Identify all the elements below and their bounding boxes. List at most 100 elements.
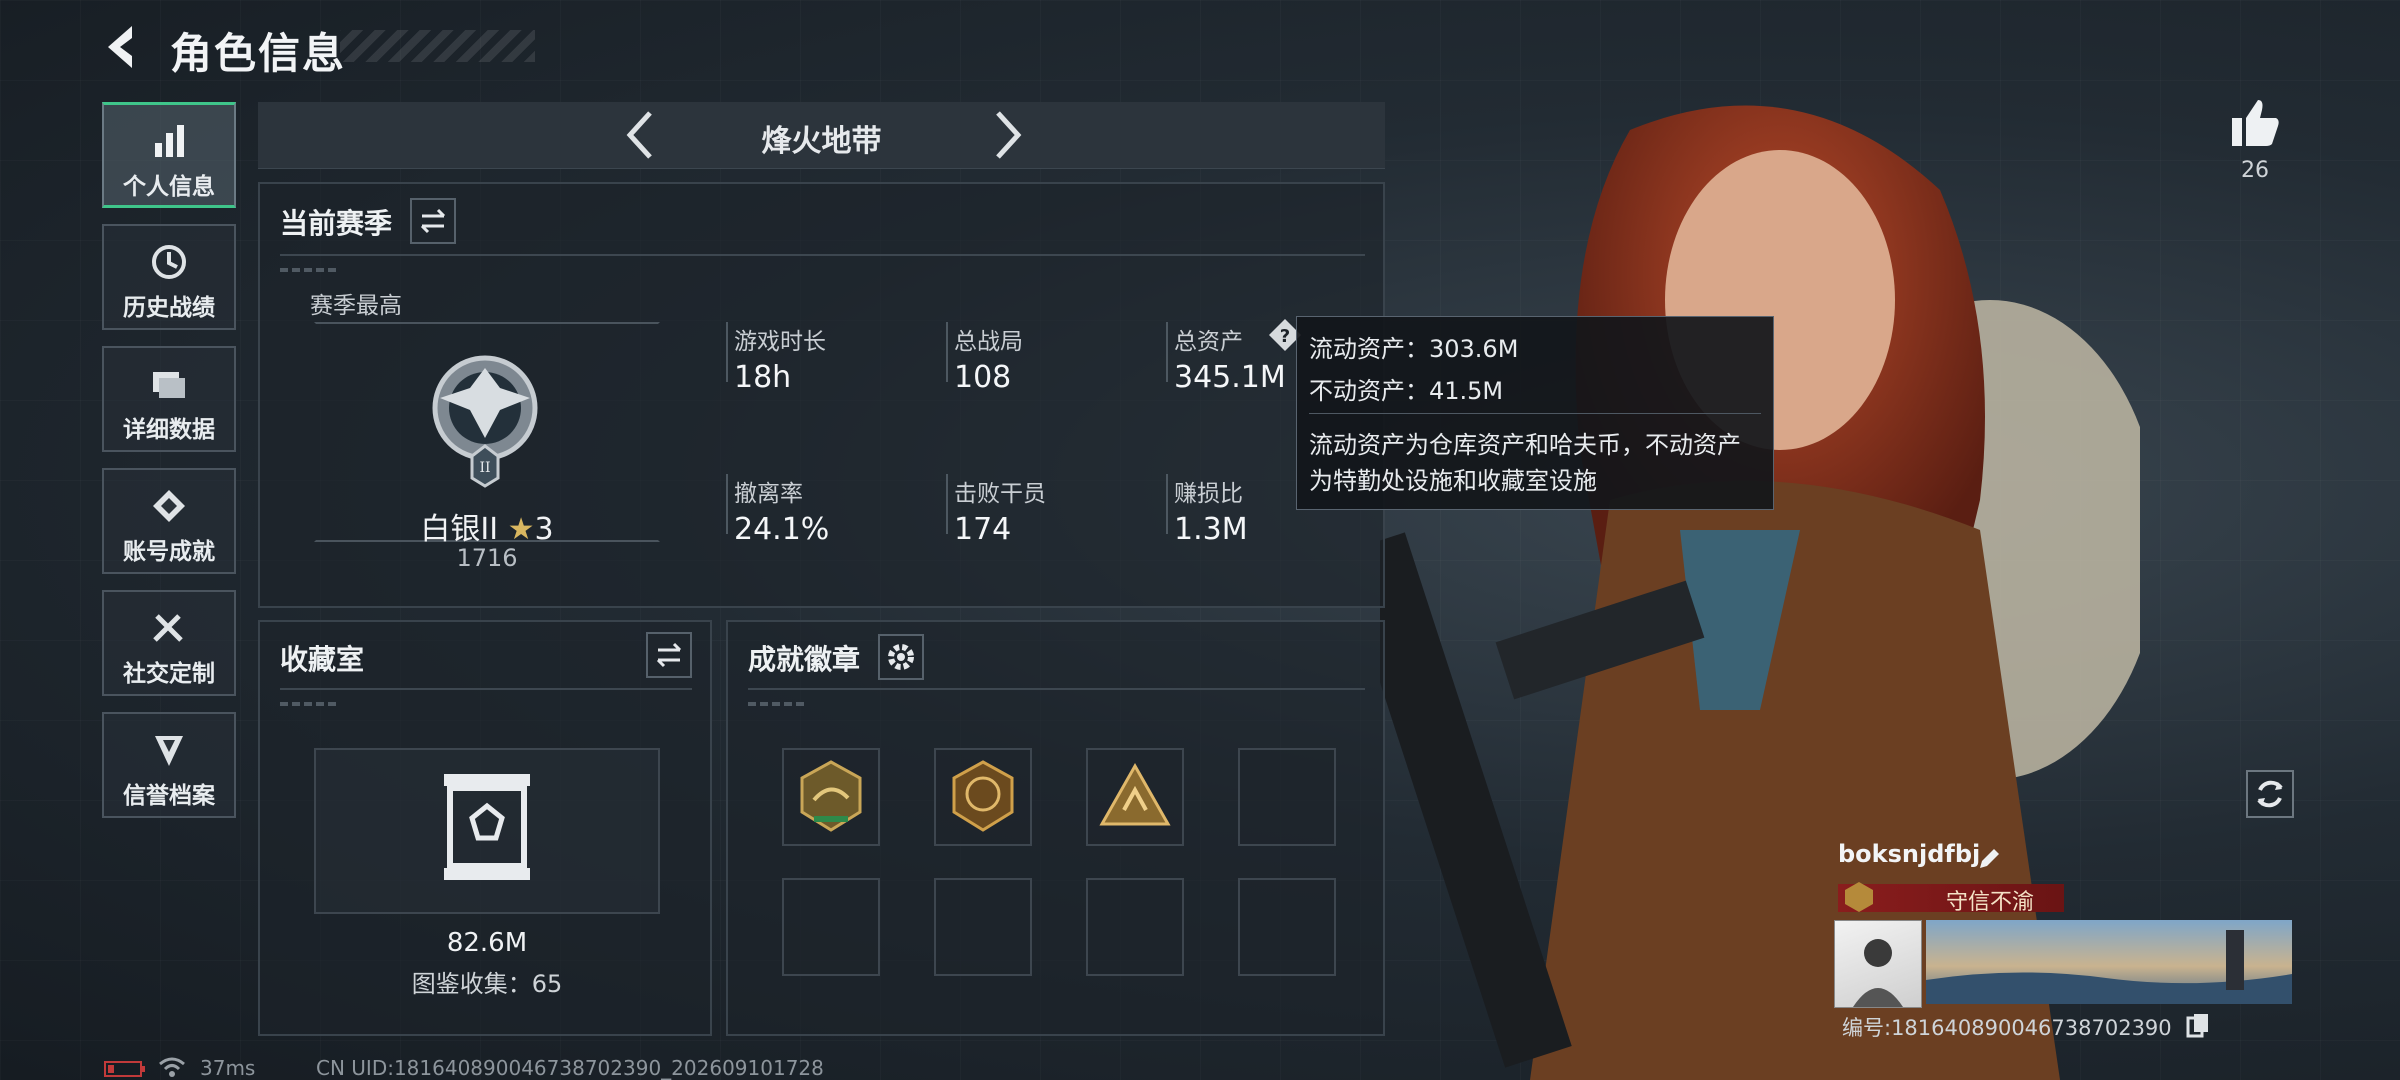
chevron-right-icon[interactable] bbox=[988, 107, 1028, 163]
ping-value: 37ms bbox=[200, 1056, 256, 1080]
rank-label: 白银II ★3 bbox=[314, 504, 660, 548]
sidebar-item-label: 历史战绩 bbox=[123, 295, 215, 321]
divider bbox=[1309, 413, 1761, 414]
stat-extraction-label: 撤离率 bbox=[734, 481, 803, 507]
stat-matches-value: 108 bbox=[954, 360, 1012, 395]
stat-playtime-value: 18h bbox=[734, 360, 792, 395]
badge-slot-5[interactable] bbox=[782, 878, 880, 976]
stat-playtime-label: 游戏时长 bbox=[734, 329, 826, 355]
season-panel: 当前赛季 赛季最高 II 白银II ★3 1716 游戏时长 18h 总战局 1… bbox=[258, 182, 1385, 608]
sidebar-item-label: 信誉档案 bbox=[123, 783, 215, 809]
refresh-button[interactable] bbox=[2246, 770, 2294, 818]
divider bbox=[280, 268, 340, 272]
sidebar-item-label: 详细数据 bbox=[123, 417, 215, 443]
swap-icon bbox=[420, 208, 446, 234]
stat-kills-label: 击败干员 bbox=[954, 481, 1046, 507]
refresh-icon bbox=[2257, 780, 2283, 808]
achievements-title: 成就徽章 bbox=[748, 643, 861, 676]
edit-pencil-icon[interactable] bbox=[1976, 846, 2002, 872]
divider bbox=[748, 688, 1365, 690]
season-switch-button[interactable] bbox=[410, 198, 456, 244]
season-best-label: 赛季最高 bbox=[310, 293, 402, 319]
stat-divider bbox=[946, 474, 948, 534]
wifi-icon bbox=[159, 1057, 185, 1077]
copy-icon[interactable] bbox=[2186, 1012, 2210, 1038]
sidebar-item-reputation[interactable]: 信誉档案 bbox=[102, 712, 236, 818]
tooltip-description-line1: 流动资产为仓库资产和哈夫币，不动资产 bbox=[1309, 431, 1741, 459]
achievement-diamond-icon bbox=[153, 490, 185, 522]
stat-assets-label: 总资产 bbox=[1174, 329, 1243, 355]
badge-slot-1[interactable] bbox=[782, 748, 880, 846]
stat-ratio-label: 赚损比 bbox=[1174, 481, 1243, 507]
season-title: 当前赛季 bbox=[280, 207, 393, 240]
sidebar-item-achievements[interactable]: 账号成就 bbox=[102, 468, 236, 574]
tooltip-liquid-assets: 流动资产：303.6M bbox=[1309, 335, 1519, 363]
stat-divider bbox=[726, 322, 728, 382]
star-icon: ★ bbox=[507, 512, 535, 547]
avatar-person-icon bbox=[1853, 939, 1903, 1007]
assets-tooltip: 流动资产：303.6M 不动资产：41.5M 流动资产为仓库资产和哈夫币，不动资… bbox=[1296, 316, 1774, 510]
thumbs-up-icon[interactable] bbox=[2228, 96, 2282, 150]
badge-slot-3[interactable] bbox=[1086, 748, 1184, 846]
badge-slot-4[interactable] bbox=[1238, 748, 1336, 846]
folders-icon bbox=[153, 372, 185, 398]
player-name: boksnjdfbj bbox=[1838, 840, 1981, 868]
gear-icon bbox=[888, 644, 914, 670]
sidebar-item-label: 社交定制 bbox=[123, 661, 215, 687]
banner-landscape-image bbox=[1926, 930, 2292, 1004]
divider bbox=[748, 702, 808, 706]
svg-text:II: II bbox=[479, 460, 490, 476]
history-clock-icon bbox=[152, 245, 186, 279]
sidebar-item-label: 个人信息 bbox=[123, 174, 215, 200]
rank-stars: 3 bbox=[534, 512, 554, 547]
divider bbox=[280, 254, 1365, 256]
like-count: 26 bbox=[2241, 158, 2269, 183]
tools-icon bbox=[153, 614, 183, 642]
badge-triangle-icon bbox=[1099, 762, 1171, 826]
badge-slot-6[interactable] bbox=[934, 878, 1032, 976]
svg-text:?: ? bbox=[1280, 326, 1290, 347]
collection-panel: 收藏室 82.6M 图鉴收集：65 bbox=[258, 620, 712, 1036]
stat-divider bbox=[946, 322, 948, 382]
battery-icon bbox=[104, 1061, 145, 1077]
player-title: 守信不渝 bbox=[1945, 890, 2034, 915]
collection-switch-button[interactable] bbox=[646, 632, 692, 678]
page-title: 角色信息 bbox=[170, 29, 347, 78]
stat-divider bbox=[1166, 474, 1168, 534]
stat-divider bbox=[1166, 322, 1168, 382]
sidebar-item-personal-info[interactable]: 个人信息 bbox=[102, 102, 236, 208]
stat-divider bbox=[726, 474, 728, 534]
badge-slot-7[interactable] bbox=[1086, 878, 1184, 976]
player-id: 编号:18164089004673870​2390 bbox=[1842, 1016, 2172, 1040]
mode-selector: 烽火地带 bbox=[258, 102, 1385, 169]
uid-text: CN UID:18164089004673870​2390_2026091017… bbox=[316, 1056, 824, 1080]
badge-slot-2[interactable] bbox=[934, 748, 1032, 846]
collection-title: 收藏室 bbox=[280, 643, 365, 676]
achievements-panel: 成就徽章 bbox=[726, 620, 1385, 1036]
rank-points: 1716 bbox=[456, 544, 518, 572]
stat-assets-value: 345.1M bbox=[1174, 360, 1286, 395]
title-decoration bbox=[340, 30, 535, 62]
rank-name: 白银II bbox=[420, 512, 499, 547]
sidebar-item-label: 账号成就 bbox=[123, 539, 215, 565]
avatar[interactable] bbox=[1834, 920, 1922, 1008]
divider bbox=[280, 702, 340, 706]
stat-kills-value: 174 bbox=[954, 512, 1012, 547]
sidebar-item-social[interactable]: 社交定制 bbox=[102, 590, 236, 696]
title-emblem-icon bbox=[1845, 882, 1873, 912]
shield-arrow-icon bbox=[155, 736, 183, 766]
back-arrow-icon[interactable] bbox=[100, 22, 150, 72]
display-case-icon bbox=[444, 774, 530, 880]
stat-extraction-value: 24.1% bbox=[734, 512, 830, 547]
divider bbox=[280, 688, 692, 690]
sidebar-item-history[interactable]: 历史战绩 bbox=[102, 224, 236, 330]
sidebar-item-details[interactable]: 详细数据 bbox=[102, 346, 236, 452]
tooltip-description-line2: 为特勤处设施和收藏室设施 bbox=[1309, 467, 1597, 495]
collection-catalog: 图鉴收集：65 bbox=[411, 970, 563, 998]
badge-slot-8[interactable] bbox=[1238, 878, 1336, 976]
achievements-settings-button[interactable] bbox=[878, 634, 924, 680]
swap-icon bbox=[656, 642, 682, 668]
collection-value: 82.6M bbox=[446, 928, 528, 958]
stat-ratio-value: 1.3M bbox=[1174, 512, 1248, 547]
profile-banner[interactable] bbox=[1926, 920, 2292, 1004]
